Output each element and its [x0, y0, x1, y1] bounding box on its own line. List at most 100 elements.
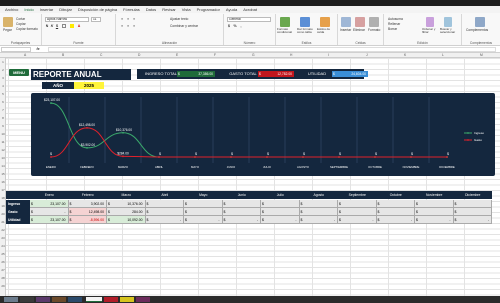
table-cell[interactable]: $: [299, 200, 338, 208]
menu-archivo[interactable]: Archivo: [2, 6, 21, 13]
row-header[interactable]: 27: [0, 268, 6, 272]
table-cell[interactable]: $: [338, 200, 377, 208]
menu-dibujar[interactable]: Dibujar: [56, 6, 75, 13]
sheet-tab[interactable]: [4, 297, 18, 302]
row-header[interactable]: 1: [0, 60, 6, 64]
underline-icon[interactable]: S: [55, 24, 59, 28]
row-header[interactable]: 14: [0, 164, 6, 168]
paste-button[interactable]: Pegar: [3, 28, 12, 32]
menu-datos[interactable]: Datos: [143, 6, 159, 13]
table-cell[interactable]: $ -8,596.00: [68, 216, 107, 224]
column-header[interactable]: I: [328, 53, 329, 58]
row-header[interactable]: 24: [0, 244, 6, 248]
italic-icon[interactable]: K: [50, 24, 54, 28]
wrap-text-button[interactable]: Ajustar texto: [170, 17, 188, 21]
column-header[interactable]: E: [176, 53, 178, 58]
table-cell[interactable]: $: [261, 208, 300, 216]
sheet-tab[interactable]: [120, 297, 134, 302]
menu-formulas[interactable]: Fórmulas: [120, 6, 143, 13]
cell-styles-icon[interactable]: [320, 17, 330, 27]
table-cell[interactable]: $ -: [453, 216, 492, 224]
table-cell[interactable]: $ -: [222, 216, 261, 224]
borders-icon[interactable]: [62, 24, 66, 28]
table-cell[interactable]: $ -: [338, 216, 377, 224]
column-header[interactable]: L: [442, 53, 444, 58]
row-header[interactable]: 7: [0, 108, 6, 112]
table-cell[interactable]: $: [299, 208, 338, 216]
menu-acrobat[interactable]: Acrobat: [240, 6, 260, 13]
column-header[interactable]: H: [290, 53, 292, 58]
table-cell[interactable]: $: [453, 200, 492, 208]
row-header[interactable]: 28: [0, 276, 6, 280]
find-select-icon[interactable]: [444, 17, 452, 27]
sheet-tab[interactable]: [20, 297, 34, 302]
row-header[interactable]: 25: [0, 252, 6, 256]
menu-vista[interactable]: Vista: [179, 6, 194, 13]
row-header[interactable]: 8: [0, 116, 6, 120]
table-cell[interactable]: $ -: [299, 216, 338, 224]
fx-icon[interactable]: fx: [36, 47, 40, 51]
format-table-icon[interactable]: [300, 17, 310, 27]
column-header[interactable]: G: [252, 53, 255, 58]
row-header[interactable]: 5: [0, 92, 6, 96]
table-cell[interactable]: $: [415, 208, 454, 216]
table-cell[interactable]: $: [184, 200, 223, 208]
delete-icon[interactable]: [355, 17, 365, 27]
table-cell[interactable]: $ -: [30, 208, 69, 216]
bold-icon[interactable]: N: [45, 24, 49, 28]
row-header[interactable]: 6: [0, 100, 6, 104]
row-header[interactable]: 29: [0, 284, 6, 288]
column-header[interactable]: J: [366, 53, 368, 58]
align-right-icon[interactable]: ≡: [132, 24, 136, 28]
row-header[interactable]: 3: [0, 76, 6, 80]
format-icon[interactable]: [369, 17, 379, 27]
table-cell[interactable]: $: [376, 200, 415, 208]
table-cell[interactable]: $3,902.00: [68, 200, 107, 208]
clear-button[interactable]: Borrar: [388, 27, 397, 31]
align-top-icon[interactable]: ≡: [120, 17, 124, 21]
menu-disposicion[interactable]: Disposición de página: [75, 6, 120, 13]
autosum-button[interactable]: Autosuma: [388, 17, 403, 21]
column-header[interactable]: K: [404, 53, 406, 58]
sheet-tab[interactable]: [36, 297, 50, 302]
row-header[interactable]: 11: [0, 140, 6, 144]
fill-color-icon[interactable]: [70, 24, 74, 28]
table-cell[interactable]: $: [145, 200, 184, 208]
column-header[interactable]: C: [100, 53, 102, 58]
table-cell[interactable]: $: [376, 208, 415, 216]
row-header[interactable]: 2: [0, 68, 6, 72]
row-header[interactable]: 13: [0, 156, 6, 160]
sheet-tab[interactable]: [104, 297, 118, 302]
table-cell[interactable]: $ -: [261, 216, 300, 224]
column-header[interactable]: B: [62, 53, 64, 58]
thousands-icon[interactable]: ,: [239, 24, 243, 28]
table-cell[interactable]: $: [415, 200, 454, 208]
table-cell[interactable]: $23,107.00: [30, 200, 69, 208]
format-table-button[interactable]: Dar formato como tabla: [297, 27, 317, 35]
conditional-format-icon[interactable]: [280, 17, 290, 27]
row-header[interactable]: 16: [0, 180, 6, 184]
align-bottom-icon[interactable]: ≡: [132, 17, 136, 21]
row-header[interactable]: 4: [0, 84, 6, 88]
column-header[interactable]: A: [24, 53, 26, 58]
addins-button[interactable]: Complementos: [466, 28, 488, 32]
table-cell[interactable]: $284.00: [107, 208, 146, 216]
table-cell[interactable]: $: [453, 208, 492, 216]
table-cell[interactable]: $: [184, 208, 223, 216]
menu-revisar[interactable]: Revisar: [159, 6, 179, 13]
row-header[interactable]: 23: [0, 236, 6, 240]
table-cell[interactable]: $: [261, 200, 300, 208]
row-header[interactable]: 15: [0, 172, 6, 176]
year-value[interactable]: 2025: [74, 82, 104, 89]
table-cell[interactable]: $: [145, 208, 184, 216]
menu-programador[interactable]: Programador: [194, 6, 223, 13]
font-name-select[interactable]: Aptos Narrow: [45, 17, 89, 22]
delete-button[interactable]: Eliminar: [353, 28, 365, 32]
percent-icon[interactable]: %: [233, 24, 237, 28]
fill-button[interactable]: Rellenar: [388, 22, 400, 26]
formula-input[interactable]: [48, 47, 496, 52]
menu-button[interactable]: MENU: [9, 69, 29, 76]
font-color-icon[interactable]: A: [77, 24, 81, 28]
number-format-select[interactable]: General: [227, 17, 271, 22]
copy-button[interactable]: Copiar: [16, 22, 26, 26]
